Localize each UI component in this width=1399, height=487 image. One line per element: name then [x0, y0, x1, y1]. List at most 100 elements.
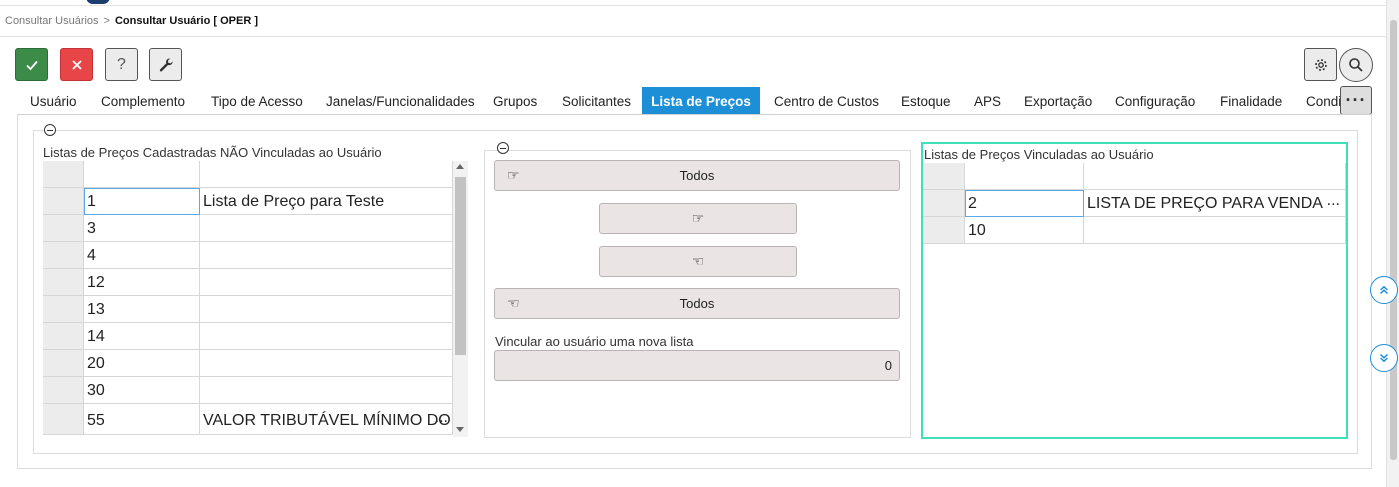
column-header-code[interactable]	[84, 161, 200, 188]
hand-left-icon: ☜	[691, 253, 705, 269]
cancel-button[interactable]	[60, 48, 93, 81]
add-selected-button[interactable]: ☞	[599, 203, 797, 234]
table-cell-code[interactable]: 2	[965, 190, 1084, 217]
table-cell-name-text: VALOR TRIBUTÁVEL MÍNIMO DO IPI	[203, 412, 453, 429]
row-header[interactable]	[43, 269, 84, 296]
row-header[interactable]	[923, 217, 965, 244]
tab-complemento[interactable]: Complemento	[88, 87, 198, 115]
table-cell-code[interactable]: 14	[84, 323, 200, 350]
cell-more-button[interactable]: ...	[435, 404, 448, 434]
row-header[interactable]	[43, 242, 84, 269]
breadcrumb-current: Consultar Usuário [ OPER ]	[114, 15, 259, 27]
table-cell-name[interactable]	[200, 269, 453, 296]
row-header[interactable]	[43, 377, 84, 404]
row-header[interactable]	[923, 190, 965, 217]
tools-button[interactable]	[149, 48, 182, 81]
unlinked-lists-title: Listas de Preços Cadastradas NÃO Vincula…	[43, 145, 382, 160]
tab-solicitantes[interactable]: Solicitantes	[549, 87, 644, 115]
search-icon	[1349, 58, 1363, 72]
more-icon: ···	[1345, 90, 1367, 110]
table-cell-name[interactable]	[200, 296, 453, 323]
table-cell-code[interactable]: 30	[84, 377, 200, 404]
unlinked-grid-scrollbar[interactable]	[453, 161, 468, 437]
help-button[interactable]: ?	[105, 48, 138, 81]
row-header[interactable]	[43, 296, 84, 323]
remove-all-button[interactable]: ☜ Todos	[494, 288, 900, 319]
page-scrollbar[interactable]	[1386, 0, 1399, 487]
scroll-up-arrow-icon[interactable]	[456, 164, 464, 169]
new-list-input[interactable]: 0	[494, 350, 900, 381]
more-tabs-button[interactable]: ···	[1340, 86, 1372, 115]
table-cell-name[interactable]	[1084, 217, 1346, 244]
scrollbar-thumb[interactable]	[455, 177, 466, 355]
tab-condi[interactable]: Condi	[1293, 87, 1342, 115]
scroll-top-button[interactable]	[1370, 276, 1398, 304]
tab-grupos[interactable]: Grupos	[480, 87, 550, 115]
table-cell-name[interactable]: LISTA DE PREÇO PARA VENDA...	[1084, 190, 1346, 217]
scroll-down-arrow-icon[interactable]	[456, 427, 464, 432]
add-all-button[interactable]: ☞ Todos	[494, 160, 900, 191]
tab-estoque[interactable]: Estoque	[888, 87, 964, 115]
search-button[interactable]	[1339, 48, 1373, 82]
add-all-label: Todos	[679, 168, 715, 183]
check-icon	[25, 60, 38, 70]
table-cell-name[interactable]: Lista de Preço para Teste	[200, 188, 453, 215]
tab-lista-de-precos[interactable]: Lista de Preços	[642, 87, 760, 115]
table-cell-name[interactable]	[200, 242, 453, 269]
row-header[interactable]	[43, 323, 84, 350]
table-cell-name[interactable]	[200, 350, 453, 377]
column-header-name[interactable]	[1084, 163, 1346, 190]
table-cell-code[interactable]: 10	[965, 217, 1084, 244]
row-header[interactable]	[43, 188, 84, 215]
collapse-transfer-icon[interactable]	[497, 142, 509, 154]
collapse-section-icon[interactable]	[44, 124, 56, 136]
close-icon	[71, 59, 82, 70]
tab-bar: Usuário Complemento Tipo de Acesso Janel…	[17, 87, 1342, 115]
breadcrumb-parent[interactable]: Consultar Usuários	[5, 15, 99, 27]
confirm-button[interactable]	[15, 48, 48, 81]
tab-centro-de-custos[interactable]: Centro de Custos	[761, 87, 892, 115]
table-cell-code[interactable]: 3	[84, 215, 200, 242]
header-divider	[0, 36, 1386, 37]
row-header[interactable]	[43, 350, 84, 377]
double-chevron-up-icon	[1379, 285, 1389, 295]
tab-janelas-funcionalidades[interactable]: Janelas/Funcionalidades	[313, 87, 488, 115]
wrench-icon	[159, 58, 173, 71]
tab-exportacao[interactable]: Exportação	[1011, 87, 1105, 115]
cell-more-button[interactable]: ...	[1327, 190, 1340, 214]
table-cell-name[interactable]	[200, 323, 453, 350]
table-cell-name[interactable]	[200, 377, 453, 404]
settings-button[interactable]	[1304, 48, 1337, 81]
column-header-code[interactable]	[965, 163, 1084, 190]
table-cell-code[interactable]: 12	[84, 269, 200, 296]
page-scrollbar-thumb[interactable]	[1390, 20, 1397, 460]
column-header-name[interactable]	[200, 161, 453, 188]
new-list-label: Vincular ao usuário uma nova lista	[495, 334, 694, 349]
gear-icon	[1314, 58, 1327, 71]
table-cell-code[interactable]: 4	[84, 242, 200, 269]
table-cell-code[interactable]: 55	[84, 404, 200, 435]
table-cell-name[interactable]	[200, 215, 453, 242]
table-cell-name[interactable]: VALOR TRIBUTÁVEL MÍNIMO DO IPI...	[200, 404, 453, 435]
hand-right-icon: ☞	[507, 167, 520, 183]
tab-tipo-de-acesso[interactable]: Tipo de Acesso	[198, 87, 316, 115]
scroll-bottom-button[interactable]	[1370, 344, 1398, 372]
row-header[interactable]	[43, 404, 84, 435]
hand-right-icon: ☞	[691, 210, 705, 226]
table-cell-code[interactable]: 1	[84, 188, 200, 215]
double-chevron-down-icon	[1379, 353, 1389, 363]
tab-configuracao[interactable]: Configuração	[1102, 87, 1208, 115]
tab-finalidade[interactable]: Finalidade	[1207, 87, 1295, 115]
row-header[interactable]	[43, 215, 84, 242]
tab-aps[interactable]: APS	[961, 87, 1014, 115]
remove-all-label: Todos	[679, 296, 715, 311]
tab-usuario[interactable]: Usuário	[17, 87, 90, 115]
table-cell-name-text: LISTA DE PREÇO PARA VENDA	[1087, 195, 1323, 212]
remove-selected-button[interactable]: ☜	[599, 246, 797, 277]
breadcrumb-separator: >	[103, 15, 110, 27]
table-cell-code[interactable]: 20	[84, 350, 200, 377]
grid-corner	[43, 161, 84, 188]
grid-corner	[923, 163, 965, 190]
breadcrumb: Consultar Usuários > Consultar Usuário [ O…	[5, 15, 258, 27]
table-cell-code[interactable]: 13	[84, 296, 200, 323]
